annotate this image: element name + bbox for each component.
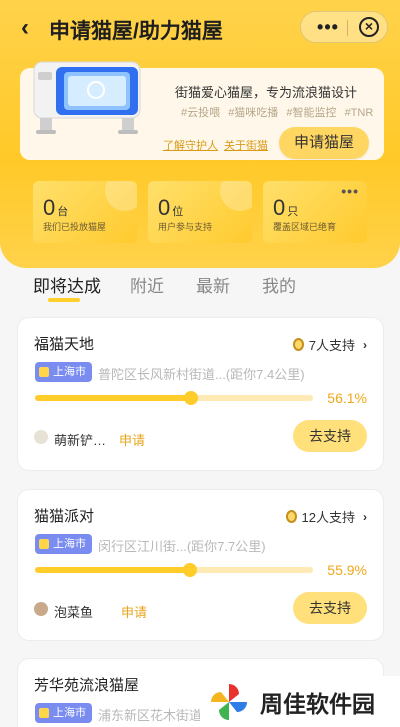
city-name: 上海市 <box>53 366 86 378</box>
location-icon <box>39 367 49 377</box>
tab-upcoming[interactable]: 即将达成 <box>33 272 101 297</box>
stat-unit: 位 <box>172 206 184 218</box>
tab-latest[interactable]: 最新 <box>196 272 230 297</box>
progress-bar <box>35 391 313 405</box>
page-title: 申请猫屋/助力猫屋 <box>49 20 223 43</box>
stat-number: 0位 <box>158 195 183 221</box>
mini-program-capsule: ••• × <box>300 11 388 43</box>
stat-label: 我们已投放猫屋 <box>43 222 107 232</box>
city-badge: 上海市 <box>35 362 92 382</box>
medal-icon <box>292 338 304 351</box>
capsule-divider <box>347 20 348 36</box>
stat-value: 0 <box>273 195 286 220</box>
city-badge: 上海市 <box>35 703 92 723</box>
tag: #TNR <box>344 107 374 119</box>
medal-icon <box>285 510 297 523</box>
tab-nearby[interactable]: 附近 <box>130 272 164 297</box>
support-count[interactable]: 7人支持 › <box>292 335 367 354</box>
address: 浦东新区花木街道 <box>98 708 203 723</box>
guardian-link[interactable]: 了解守护人 <box>163 137 218 153</box>
progress-fill <box>35 567 191 573</box>
avatar <box>34 602 48 616</box>
pinwheel-logo-icon <box>211 683 247 720</box>
stat-unit: 台 <box>57 206 69 218</box>
stat-value: 0 <box>43 195 56 220</box>
city-badge: 上海市 <box>35 534 92 554</box>
close-circle-icon[interactable]: × <box>359 17 379 37</box>
support-count[interactable]: 12人支持 › <box>285 507 367 526</box>
house-name: 猫猫派对 <box>34 508 95 525</box>
house-name: 福猫天地 <box>34 336 95 353</box>
apply-house-button[interactable]: 申请猫屋 <box>279 127 369 159</box>
intro-tagline: 街猫爱心猫屋，专为流浪猫设计 <box>175 85 358 100</box>
stat-number: 0只 <box>273 195 298 221</box>
nav-bar: ‹ 申请猫屋/助力猫屋 ••• × <box>0 0 400 56</box>
back-arrow-icon[interactable]: ‹ <box>12 14 38 42</box>
watermark: 周佳软件园 <box>200 676 400 727</box>
cat-house-image <box>33 61 141 134</box>
tab-bar: 即将达成 附近 最新 我的 <box>0 268 400 308</box>
list-item[interactable]: 猫猫派对 12人支持 › 上海市 闵行区江川街...(距你7.7公里) 55.9%… <box>17 489 384 641</box>
city-name: 上海市 <box>53 707 86 719</box>
stat-card-houses: 0台 我们已投放猫屋 <box>33 181 137 243</box>
progress-fill <box>35 395 191 401</box>
stat-card-neutered: ••• 0只 覆盖区域已绝育 <box>263 181 367 243</box>
more-dots-icon[interactable]: ••• <box>311 14 345 40</box>
city-name: 上海市 <box>53 538 86 550</box>
decor-circle <box>105 181 137 211</box>
intro-tags: #云投喂 #猫咪吃播 #智能监控 #TNR <box>181 104 378 120</box>
about-link[interactable]: 关于街猫 <box>224 137 268 153</box>
user-role: 申请 <box>121 605 148 620</box>
support-button[interactable]: 去支持 <box>293 592 367 624</box>
user-name: 泡菜鱼 <box>54 605 94 620</box>
user-role: 申请 <box>119 433 146 448</box>
support-button[interactable]: 去支持 <box>293 420 367 452</box>
progress-percent: 56.1% <box>327 390 367 406</box>
progress-bar <box>35 563 313 577</box>
chevron-right-icon: › <box>363 337 367 352</box>
tab-mine[interactable]: 我的 <box>262 272 296 297</box>
chevron-right-icon: › <box>363 509 367 524</box>
stat-label: 用户参与支持 <box>158 222 213 232</box>
tag: #云投喂 <box>181 107 221 119</box>
stat-card-users: 0位 用户参与支持 <box>148 181 252 243</box>
stat-value: 0 <box>158 195 171 220</box>
avatar <box>34 430 48 444</box>
tag: #猫咪吃播 <box>228 107 279 119</box>
support-text: 12人支持 <box>301 510 355 525</box>
address: 普陀区长风新村街道...(距你7.4公里) <box>98 367 305 382</box>
location-icon <box>39 539 49 549</box>
location-icon <box>39 708 49 718</box>
watermark-text: 周佳软件园 <box>260 690 375 717</box>
progress-knob <box>183 563 198 577</box>
stat-number: 0台 <box>43 195 68 221</box>
house-name: 芳华苑流浪猫屋 <box>34 677 140 694</box>
progress-knob <box>183 391 198 405</box>
address: 闵行区江川街...(距你7.7公里) <box>98 539 266 554</box>
stat-unit: 只 <box>287 206 299 218</box>
support-text: 7人支持 <box>308 338 355 353</box>
tab-indicator <box>48 298 80 302</box>
progress-percent: 55.9% <box>327 562 367 578</box>
tag: #智能监控 <box>286 107 337 119</box>
more-dots-icon[interactable]: ••• <box>341 183 359 199</box>
stat-label: 覆盖区域已绝育 <box>273 222 337 232</box>
list-item[interactable]: 福猫天地 7人支持 › 上海市 普陀区长风新村街道...(距你7.4公里) 56.… <box>17 317 384 471</box>
decor-circle <box>220 181 252 211</box>
user-name: 萌新铲… <box>54 433 107 448</box>
